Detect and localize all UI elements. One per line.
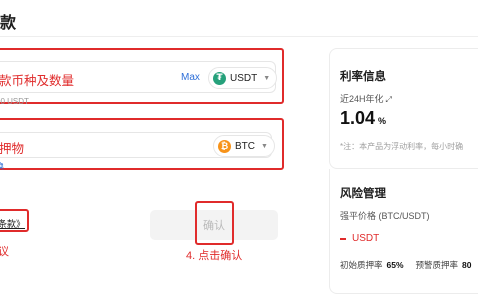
liquidation-price-label: 强平价格 (BTC/USDT) [340, 211, 430, 221]
warning-ratio-value: 80 [462, 260, 472, 270]
switch-link[interactable]: 换 [0, 161, 4, 172]
dash-icon [340, 237, 346, 240]
ratio-row: 初始质押率 65% 预警质押率 80 [340, 259, 478, 271]
available-balance: 00 USDT [0, 97, 29, 106]
rate-note: *注：本产品为浮动利率，每小时确 [340, 142, 464, 151]
rate-period-label: 近24H年化 ⤢ [340, 92, 392, 105]
terms-link[interactable]: 条款》 [0, 217, 25, 230]
rate-info-title: 利率信息 [340, 71, 386, 83]
rate-number: 1.04 [340, 108, 376, 128]
warning-ratio-label: 预警质押率 [415, 260, 459, 270]
step-annotation-note: 4. 点击确认 [186, 250, 243, 262]
rate-info-panel: 利率信息 近24H年化 ⤢ 1.04% *注：本产品为浮动利率，每小时确 [329, 48, 478, 169]
liquidation-price-unit: USDT [352, 233, 380, 244]
liquidation-price-row: USDT [340, 233, 379, 244]
title-divider [0, 36, 478, 37]
rate-unit: % [378, 116, 387, 126]
annotation-frame-collateral [0, 118, 284, 170]
rate-value: 1.04% [340, 108, 386, 129]
risk-management-panel: 风险管理 强平价格 (BTC/USDT) USDT 初始质押率 65% 预警质押率 8… [329, 169, 478, 294]
page-title: 款 [0, 15, 17, 32]
external-link-icon[interactable]: ⤢ [386, 95, 392, 104]
initial-ratio-value: 65% [386, 260, 404, 270]
risk-title: 风险管理 [340, 188, 386, 200]
initial-ratio-label: 初始质押率 [340, 260, 383, 270]
annotation-frame-confirm [195, 201, 234, 245]
annotation-frame-amount [0, 48, 284, 104]
terms-annotation-note: 议 [0, 246, 9, 258]
rate-period-text: 近24H年化 [340, 94, 384, 104]
